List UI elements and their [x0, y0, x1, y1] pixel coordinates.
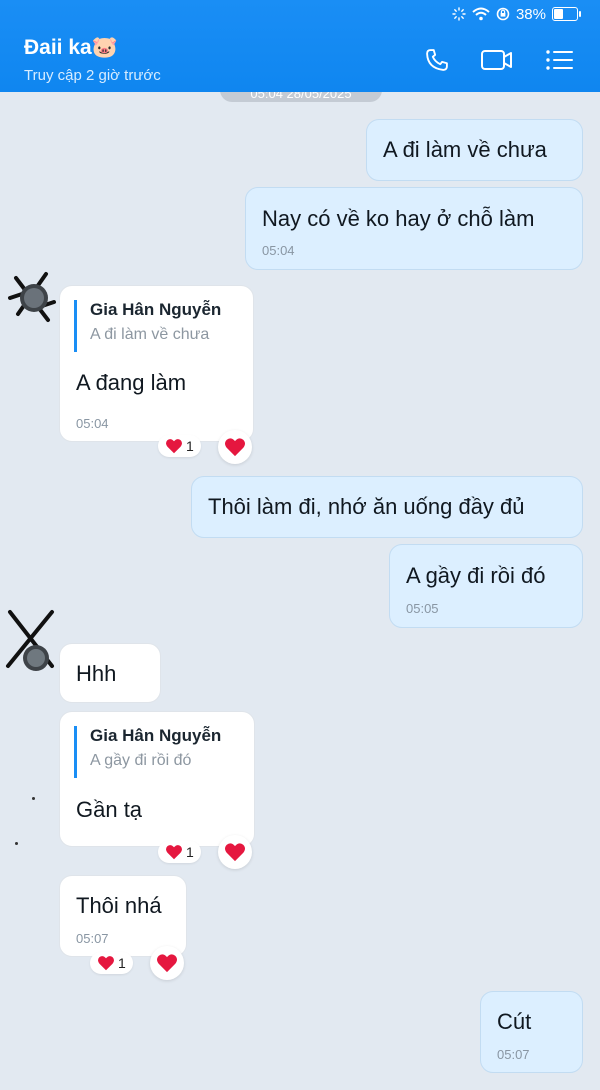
call-button[interactable]: [420, 44, 454, 76]
message-bubble-incoming[interactable]: Gia Hân Nguyễn A gầy đi rồi đó Gần tạ: [59, 711, 255, 847]
message-bubble-outgoing[interactable]: Thôi làm đi, nhớ ăn uống đầy đủ: [191, 476, 583, 538]
quote-author: Gia Hân Nguyễn: [90, 726, 222, 745]
message-text: Thôi làm đi, nhớ ăn uống đầy đủ: [208, 494, 525, 519]
quote-text: A đi làm về chưa: [90, 326, 210, 343]
status-bar: 38%: [452, 4, 581, 24]
message-time: 05:07: [76, 931, 109, 946]
reaction-summary[interactable]: 1: [90, 952, 133, 974]
message-bubble-outgoing[interactable]: Cút 05:07: [480, 991, 583, 1073]
last-seen-status: Truy cập 2 giờ trước: [24, 67, 161, 84]
message-bubble-incoming[interactable]: Hhh: [59, 643, 161, 703]
react-button[interactable]: [218, 430, 252, 464]
reaction-count: 1: [186, 438, 194, 454]
message-time: 05:05: [406, 601, 439, 616]
heart-icon: [166, 439, 182, 454]
react-button[interactable]: [150, 946, 184, 980]
contact-avatar[interactable]: [6, 268, 58, 330]
reply-quote[interactable]: Gia Hân Nguyễn A gầy đi rồi đó: [74, 726, 221, 778]
quote-author: Gia Hân Nguyễn: [90, 300, 222, 319]
message-time: 05:04: [76, 416, 109, 431]
phone-icon: [426, 49, 448, 71]
chat-header: 38% Đaii ka🐷 Truy cập 2 giờ trước: [0, 0, 600, 92]
message-bubble-incoming[interactable]: Gia Hân Nguyễn A đi làm về chưa A đang l…: [59, 285, 254, 442]
heart-icon: [166, 845, 182, 860]
message-text: A gầy đi rồi đó: [406, 563, 546, 588]
message-time: 05:07: [497, 1047, 530, 1062]
reaction-summary[interactable]: 1: [158, 435, 201, 457]
message-bubble-outgoing[interactable]: Nay có về ko hay ở chỗ làm 05:04: [245, 187, 583, 270]
menu-button[interactable]: [543, 44, 577, 76]
message-bubble-outgoing[interactable]: A đi làm về chưa: [366, 119, 583, 181]
message-time: 05:04: [262, 243, 295, 258]
reaction-summary[interactable]: 1: [158, 841, 201, 863]
reaction-count: 1: [186, 844, 194, 860]
sun-icon: [452, 7, 466, 21]
video-call-icon: [481, 50, 512, 70]
quote-text: A gầy đi rồi đó: [90, 752, 192, 769]
heart-icon: [98, 956, 114, 971]
battery-percent: 38%: [515, 5, 546, 23]
menu-list-icon: [546, 50, 573, 70]
message-text: Gần tạ: [76, 797, 143, 822]
message-text: Nay có về ko hay ở chỗ làm: [262, 206, 535, 231]
video-call-button[interactable]: [480, 44, 514, 76]
reaction-count: 1: [118, 955, 126, 971]
heart-icon: [225, 843, 245, 862]
heart-icon: [157, 954, 177, 973]
contact-name[interactable]: Đaii ka🐷: [24, 36, 118, 60]
message-text: Cút: [497, 1009, 532, 1034]
message-text: A đang làm: [76, 370, 187, 395]
message-text: Thôi nhá: [76, 893, 162, 918]
battery-icon: [552, 7, 581, 21]
reply-quote[interactable]: Gia Hân Nguyễn A đi làm về chưa: [74, 300, 221, 352]
decorative-speck: [32, 797, 35, 800]
contact-avatar[interactable]: [2, 604, 60, 676]
wifi-icon: [472, 7, 490, 21]
message-text: A đi làm về chưa: [383, 137, 547, 162]
message-text: Hhh: [76, 661, 117, 686]
message-bubble-incoming[interactable]: Thôi nhá 05:07: [59, 875, 187, 957]
lock-rotation-icon: [496, 7, 510, 21]
decorative-speck: [15, 842, 18, 845]
heart-icon: [225, 438, 245, 457]
react-button[interactable]: [218, 835, 252, 869]
message-bubble-outgoing[interactable]: A gầy đi rồi đó 05:05: [389, 544, 583, 628]
